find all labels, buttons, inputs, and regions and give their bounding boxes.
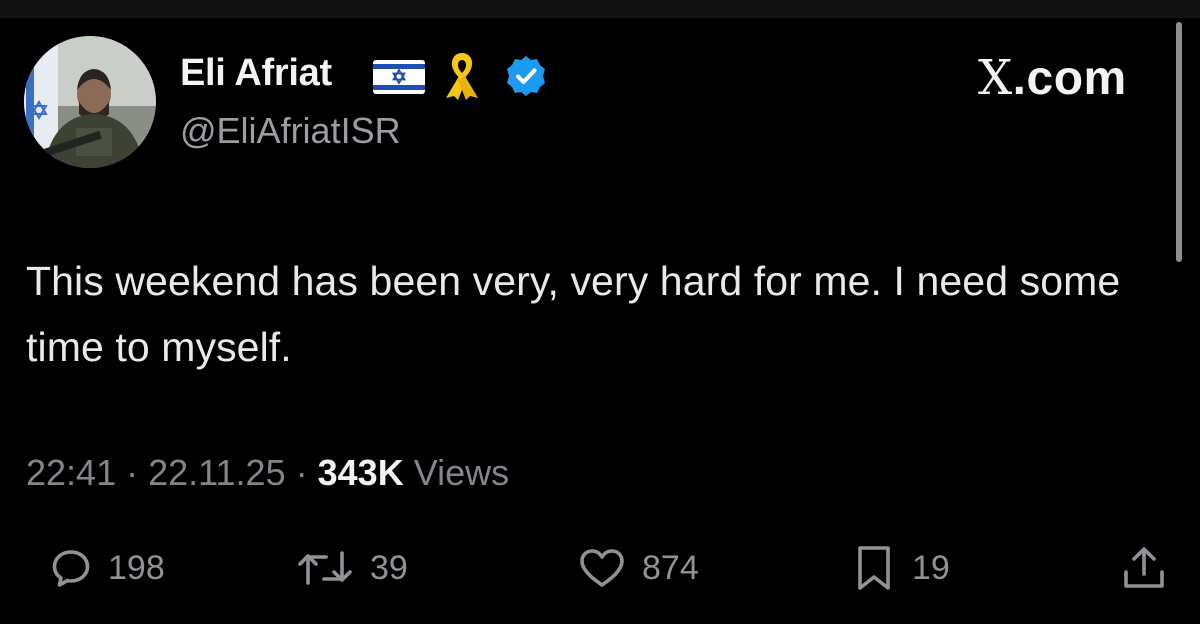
top-status-strip [0,0,1200,18]
repost-button[interactable]: 39 [296,540,408,596]
scrollbar[interactable] [1176,22,1182,262]
author-handle[interactable]: @EliAfriatISR [180,110,401,152]
like-icon [580,549,624,587]
reply-count: 198 [108,548,165,587]
yellow-ribbon-icon [446,53,478,100]
tweet-text: This weekend has been very, very hard fo… [26,258,1121,370]
x-com-brand: X.com [978,50,1127,106]
views-count[interactable]: 343K [318,452,404,493]
tweet-date[interactable]: 22.11.25 [148,452,285,493]
meta-separator: · [126,452,139,493]
views-label: Views [413,452,510,493]
bookmark-icon [858,546,890,590]
avatar[interactable] [24,36,156,168]
author-name[interactable]: Eli Afriat [180,52,332,95]
repost-icon [298,551,352,585]
tweet-time[interactable]: 22:41 [26,452,116,493]
bookmark-count: 19 [912,548,950,587]
meta-separator: · [295,452,308,493]
tweet-meta: 22:41 · 22.11.25 · 343K Views [26,452,509,494]
verified-badge-icon[interactable] [505,55,547,97]
reply-button[interactable]: 198 [50,540,165,596]
x-logo-icon: X [978,50,1013,106]
bookmark-button[interactable]: 19 [852,540,950,596]
like-count: 874 [642,548,699,587]
flag-israel-icon [373,60,425,94]
repost-count: 39 [370,548,408,587]
reply-icon [52,550,90,587]
brand-domain: .com [1012,52,1127,105]
like-button[interactable]: 874 [578,540,699,596]
share-button[interactable] [1120,540,1168,596]
share-icon [1124,547,1164,588]
